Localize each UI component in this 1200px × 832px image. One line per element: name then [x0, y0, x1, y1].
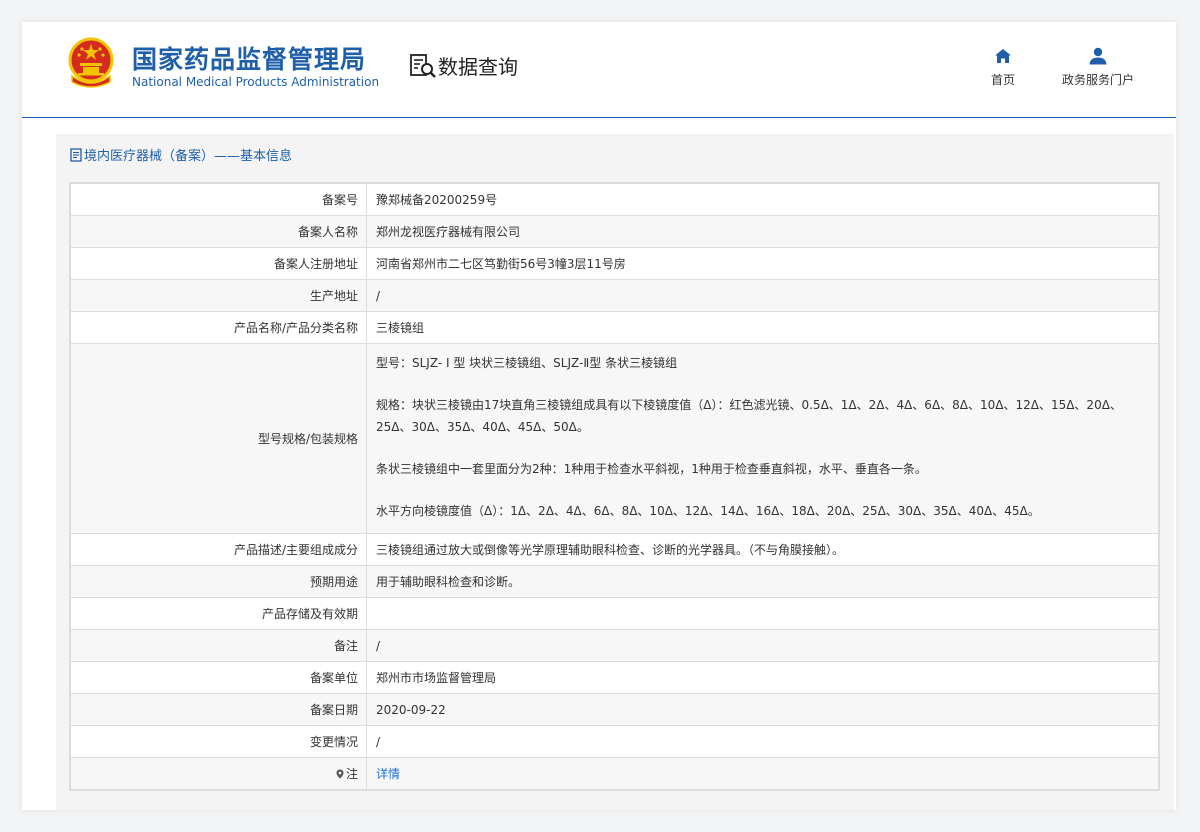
field-label: 备注	[70, 629, 367, 662]
field-label-note: 注	[70, 757, 367, 790]
document-icon	[70, 147, 82, 162]
table-row: 备案日期 2020-09-22	[70, 693, 1159, 726]
location-pin-icon	[336, 769, 344, 779]
panel-title-text: 境内医疗器械（备案）——基本信息	[84, 149, 293, 164]
spec-paragraph: 规格：块状三棱镜由17块直角三棱镜组成具有以下棱镜度值（Δ）：红色滤光镜、0.5…	[376, 398, 1122, 434]
field-value: 郑州市市场监督管理局	[366, 661, 1159, 694]
field-label: 型号规格/包装规格	[70, 343, 367, 534]
table-row: 型号规格/包装规格 型号：SLJZ- Ⅰ 型 块状三棱镜组、SLJZ-Ⅱ型 条状…	[70, 343, 1159, 534]
field-label: 备案人名称	[70, 215, 367, 248]
field-value: 详情	[366, 757, 1159, 790]
table-row: 备注 /	[70, 629, 1159, 662]
panel-title: 境内医疗器械（备案）——基本信息	[70, 145, 292, 164]
table-row: 备案人名称 郑州龙视医疗器械有限公司	[70, 215, 1159, 248]
field-value: 用于辅助眼科检查和诊断。	[366, 565, 1159, 598]
nav-service-portal-label: 政务服务门户	[1061, 73, 1134, 87]
note-label-text: 注	[345, 767, 358, 781]
field-value: 河南省郑州市二七区笃勤街56号3幢3层11号房	[366, 247, 1159, 280]
spec-paragraph: 型号：SLJZ- Ⅰ 型 块状三棱镜组、SLJZ-Ⅱ型 条状三棱镜组	[376, 356, 678, 370]
field-label: 生产地址	[70, 279, 367, 312]
field-label: 备案单位	[70, 661, 367, 694]
table-row: 产品描述/主要组成成分 三棱镜组通过放大或倒像等光学原理辅助眼科检查、诊断的光学…	[70, 533, 1159, 566]
table-row: 预期用途 用于辅助眼科检查和诊断。	[70, 565, 1159, 598]
table-row: 产品名称/产品分类名称 三棱镜组	[70, 311, 1159, 344]
data-query-icon	[410, 54, 436, 78]
home-icon	[995, 49, 1011, 63]
field-value: 郑州龙视医疗器械有限公司	[366, 215, 1159, 248]
table-row: 注 详情	[70, 757, 1159, 790]
site-title-en: National Medical Products Administration	[132, 75, 380, 89]
field-label: 备案号	[70, 183, 367, 216]
nav-service-portal[interactable]: 政务服务门户	[1056, 44, 1140, 88]
field-value-spec: 型号：SLJZ- Ⅰ 型 块状三棱镜组、SLJZ-Ⅱ型 条状三棱镜组 规格：块状…	[366, 343, 1159, 534]
site-header: 国家药品监督管理局 National Medical Products Admi…	[22, 22, 1176, 118]
info-table-wrapper: 备案号 豫郑械备20200259号 备案人名称 郑州龙视医疗器械有限公司 备案人…	[69, 182, 1160, 791]
field-value: /	[366, 725, 1159, 758]
nav-home-label: 首页	[990, 73, 1015, 87]
table-row: 备案单位 郑州市市场监督管理局	[70, 661, 1159, 694]
field-value: /	[366, 279, 1159, 312]
details-link[interactable]: 详情	[376, 767, 400, 781]
field-label: 备案人注册地址	[70, 247, 367, 280]
field-value: 三棱镜组通过放大或倒像等光学原理辅助眼科检查、诊断的光学器具。（不与角膜接触）。	[366, 533, 1159, 566]
spec-paragraph: 水平方向棱镜度值（Δ）：1Δ、2Δ、4Δ、6Δ、8Δ、10Δ、12Δ、14Δ、1…	[376, 504, 1040, 518]
field-value	[366, 597, 1159, 630]
field-label: 变更情况	[70, 725, 367, 758]
table-row: 变更情况 /	[70, 725, 1159, 758]
field-value: 2020-09-22	[366, 693, 1159, 726]
nav-home[interactable]: 首页	[988, 44, 1018, 88]
table-row: 备案号 豫郑械备20200259号	[70, 183, 1159, 216]
user-icon	[1089, 47, 1107, 65]
table-row: 产品存储及有效期	[70, 597, 1159, 630]
site-title-cn: 国家药品监督管理局	[132, 45, 367, 74]
spec-paragraph: 条状三棱镜组中一套里面分为2种：1种用于检查水平斜视，1种用于检查垂直斜视，水平…	[376, 462, 927, 476]
field-label: 产品描述/主要组成成分	[70, 533, 367, 566]
detail-panel: 境内医疗器械（备案）——基本信息 备案号 豫郑械备20200259号 备案人名称…	[56, 134, 1174, 810]
national-emblem-icon	[68, 37, 114, 88]
field-value: 豫郑械备20200259号	[366, 183, 1159, 216]
field-label: 预期用途	[70, 565, 367, 598]
field-label: 产品名称/产品分类名称	[70, 311, 367, 344]
page-sheet: 国家药品监督管理局 National Medical Products Admi…	[22, 22, 1176, 810]
info-table: 备案号 豫郑械备20200259号 备案人名称 郑州龙视医疗器械有限公司 备案人…	[70, 183, 1159, 790]
field-value: /	[366, 629, 1159, 662]
data-query-title: 数据查询	[438, 55, 518, 79]
table-row: 备案人注册地址 河南省郑州市二七区笃勤街56号3幢3层11号房	[70, 247, 1159, 280]
field-label: 产品存储及有效期	[70, 597, 367, 630]
field-value: 三棱镜组	[366, 311, 1159, 344]
table-row: 生产地址 /	[70, 279, 1159, 312]
field-label: 备案日期	[70, 693, 367, 726]
